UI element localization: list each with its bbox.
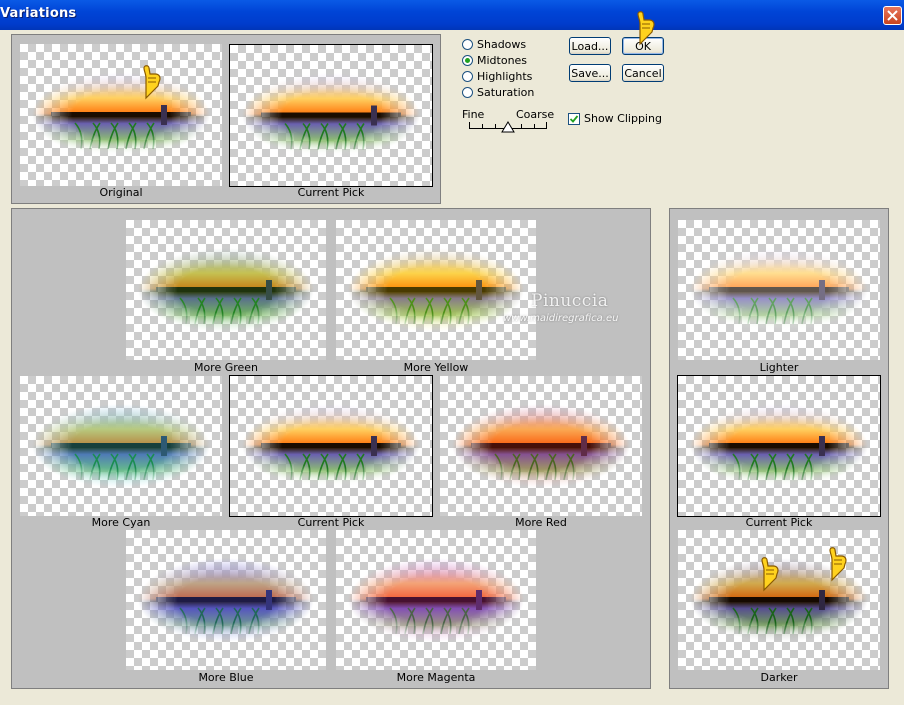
thumb-more-yellow[interactable] (336, 220, 536, 360)
thumb-more-blue[interactable] (126, 530, 326, 670)
thumb-caption: Darker (760, 671, 798, 684)
radio-dot (462, 86, 473, 98)
thumb-more-magenta[interactable] (336, 530, 536, 670)
thumb-current-pick-right[interactable] (677, 375, 881, 517)
watermark-name: Pinuccia (531, 291, 609, 311)
radio-saturation[interactable]: Saturation (462, 84, 534, 100)
thumb-more-cyan[interactable] (20, 376, 222, 516)
thumb-caption: More Cyan (91, 516, 151, 529)
radio-dot (462, 38, 473, 50)
thumb-caption: Original (99, 186, 143, 199)
radio-dot (462, 70, 473, 82)
cancel-button[interactable]: Cancel (622, 64, 664, 82)
watermark-site: www.maidiregrafica.eu (503, 313, 619, 324)
thumb-more-green[interactable] (126, 220, 326, 360)
pointing-hand-icon (143, 65, 161, 100)
save-button[interactable]: Save... (569, 64, 611, 82)
pointing-hand-icon (637, 11, 655, 46)
thumb-caption: More Blue (198, 671, 254, 684)
thumb-caption: Current Pick (745, 516, 813, 529)
thumb-caption: Lighter (759, 361, 799, 374)
fine-coarse-slider[interactable]: Fine Coarse (460, 106, 554, 134)
thumb-caption: More Red (515, 516, 567, 529)
show-clipping-label: Show Clipping (584, 112, 662, 125)
thumb-caption: More Yellow (403, 361, 469, 374)
slider-thumb[interactable] (501, 121, 515, 133)
thumb-original (20, 44, 222, 186)
thumb-darker[interactable] (678, 530, 880, 670)
window-title: Variations (0, 6, 77, 21)
title-bar[interactable]: Variations (0, 0, 904, 30)
radio-label: Saturation (477, 85, 535, 99)
radio-label: Midtones (477, 53, 528, 67)
thumb-current-pick-top[interactable] (229, 44, 433, 187)
load-button[interactable]: Load... (569, 37, 611, 55)
thumb-caption: More Magenta (396, 671, 476, 684)
pointing-hand-icon (829, 547, 847, 582)
checkbox-box (568, 112, 580, 125)
radio-highlights[interactable]: Highlights (462, 68, 532, 84)
radio-dot (462, 54, 473, 66)
close-icon (887, 10, 898, 21)
check-mark-icon (569, 114, 579, 123)
thumb-lighter[interactable] (678, 220, 880, 360)
slider-scale (469, 121, 547, 133)
radio-label: Shadows (477, 37, 527, 51)
show-clipping-checkbox[interactable]: Show Clipping (568, 112, 662, 125)
thumb-current-pick-center[interactable] (229, 375, 433, 517)
radio-shadows[interactable]: Shadows (462, 36, 526, 52)
thumb-caption: Current Pick (297, 516, 365, 529)
thumb-more-red[interactable] (440, 376, 642, 516)
thumb-caption: More Green (193, 361, 259, 374)
thumb-caption: Current Pick (297, 186, 365, 199)
pointing-hand-icon (761, 557, 779, 592)
close-button[interactable] (883, 6, 902, 25)
radio-midtones[interactable]: Midtones (462, 52, 527, 68)
radio-label: Highlights (477, 69, 533, 83)
